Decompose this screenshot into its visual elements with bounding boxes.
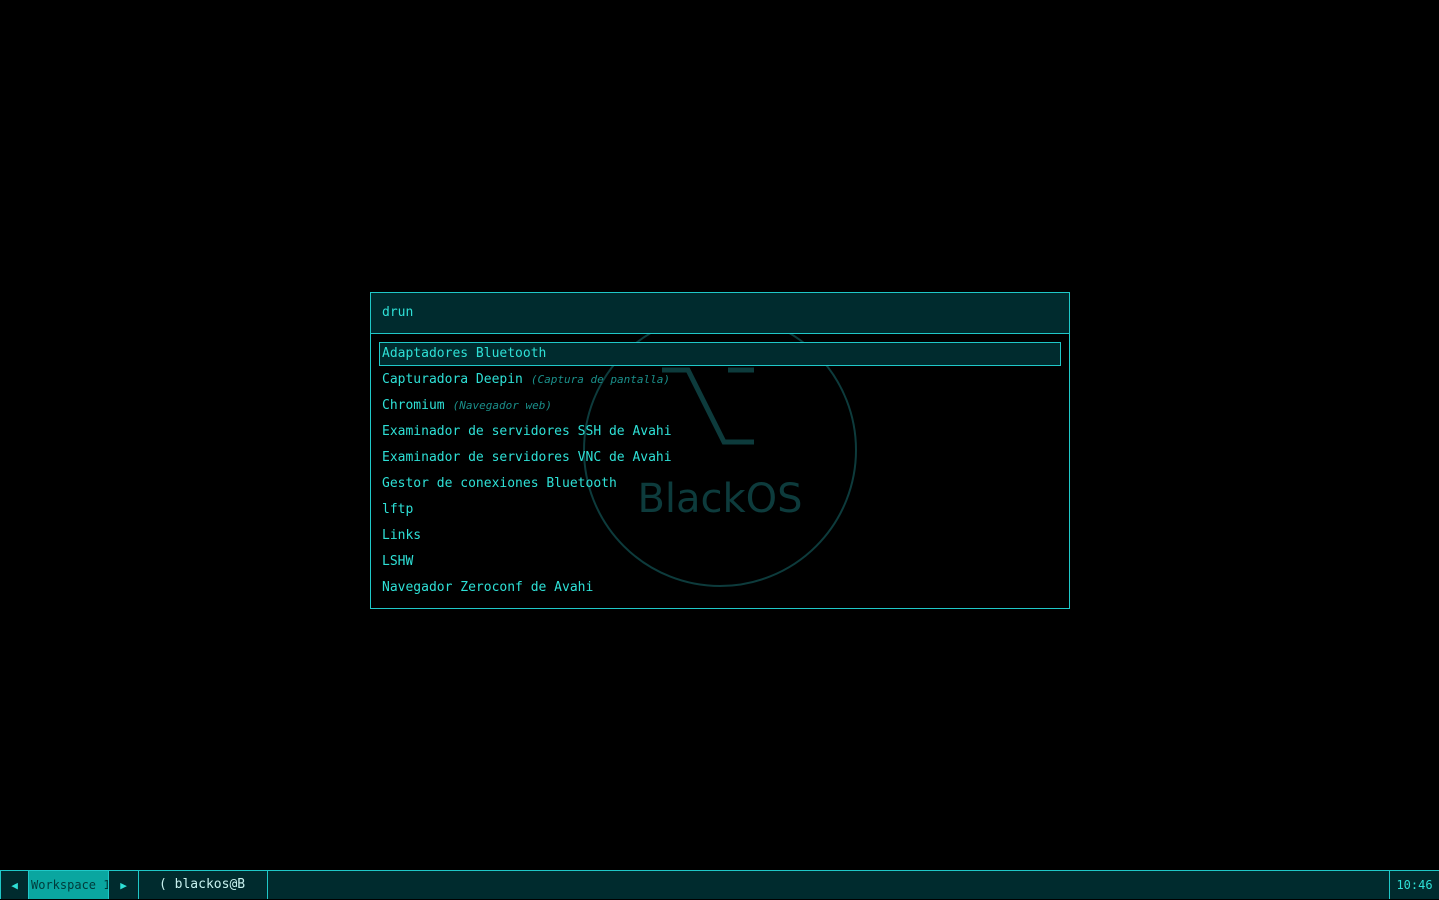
entry-name: Navegador Zeroconf de Avahi <box>382 580 594 595</box>
launcher-entry[interactable]: Examinador de servidores SSH de Avahi <box>379 420 1061 446</box>
entry-name: Links <box>382 528 422 543</box>
triangle-right-icon: ▶ <box>120 879 127 892</box>
triangle-left-icon: ◀ <box>11 879 18 892</box>
entry-generic-name: (Navegador web) <box>452 399 552 412</box>
clock: 10:46 <box>1389 871 1439 899</box>
desktop: BlackOS drun Adaptadores Bluetooth Captur… <box>0 0 1439 870</box>
launcher-entry[interactable]: Gestor de conexiones Bluetooth <box>379 472 1061 498</box>
launcher-entry[interactable]: Examinador de servidores VNC de Avahi <box>379 446 1061 472</box>
entry-name: Capturadora Deepin <box>382 372 523 387</box>
previous-workspace-button[interactable]: ◀ <box>0 871 29 899</box>
launcher-entry[interactable]: lftp <box>379 498 1061 524</box>
app-launcher: drun Adaptadores Bluetooth Capturadora De… <box>370 292 1070 609</box>
next-workspace-button[interactable]: ▶ <box>109 871 139 899</box>
bottom-panel: ◀ Workspace 1 ▶ ( blackos@B 10:46 <box>0 870 1439 899</box>
launcher-entry-list: Adaptadores Bluetooth Capturadora Deepin (… <box>379 342 1061 602</box>
launcher-entry[interactable]: Links <box>379 524 1061 550</box>
launcher-entry[interactable]: LSHW <box>379 550 1061 576</box>
launcher-entry[interactable]: Capturadora Deepin (Captura de pantalla) <box>379 368 1061 394</box>
entry-generic-name: (Captura de pantalla) <box>530 373 670 386</box>
entry-name: Gestor de conexiones Bluetooth <box>382 476 617 491</box>
launcher-entry[interactable]: Adaptadores Bluetooth <box>379 342 1061 366</box>
entry-name: Chromium <box>382 398 445 413</box>
taskbar-window-button[interactable]: ( blackos@B <box>139 871 268 899</box>
workspace-name[interactable]: Workspace 1 <box>29 871 109 899</box>
entry-name: lftp <box>382 502 414 517</box>
launcher-prompt-bar[interactable]: drun <box>371 293 1069 334</box>
entry-name: Adaptadores Bluetooth <box>382 346 547 361</box>
launcher-entry[interactable]: Chromium (Navegador web) <box>379 394 1061 420</box>
launcher-entry[interactable]: Navegador Zeroconf de Avahi <box>379 576 1061 602</box>
entry-name: Examinador de servidores VNC de Avahi <box>382 450 672 465</box>
entry-name: Examinador de servidores SSH de Avahi <box>382 424 672 439</box>
entry-name: LSHW <box>382 554 414 569</box>
prompt-label: drun <box>382 305 414 320</box>
